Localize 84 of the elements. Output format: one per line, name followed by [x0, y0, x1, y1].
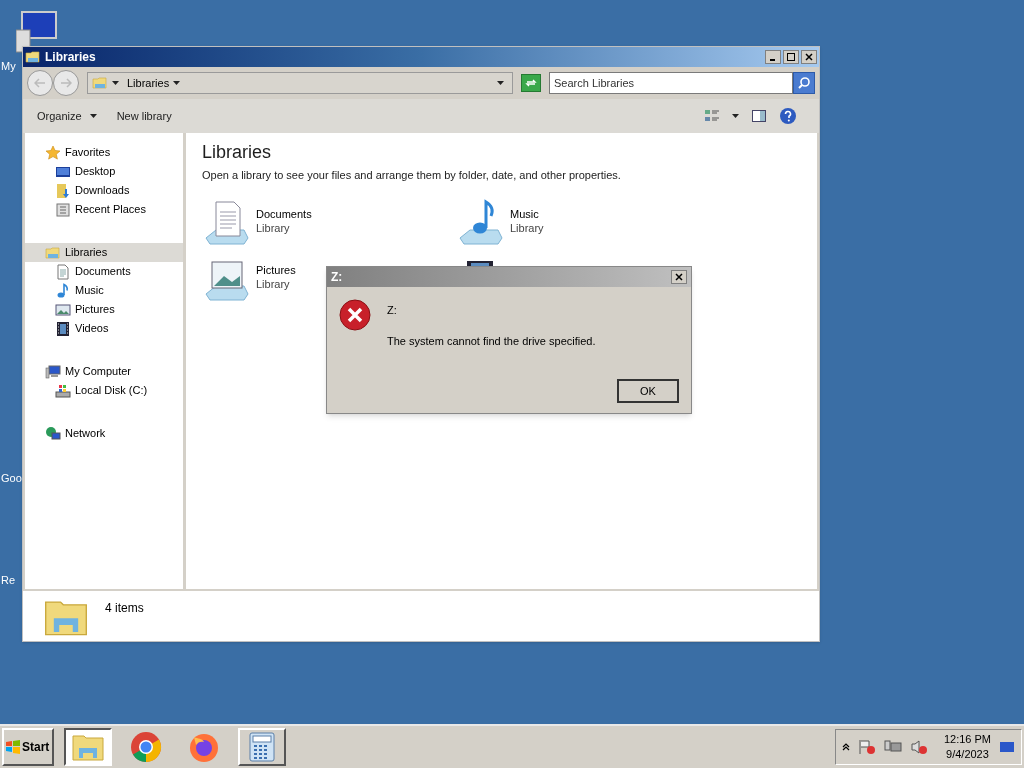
- left-arrow-icon: [34, 78, 46, 88]
- sidebar-item[interactable]: Libraries: [25, 243, 183, 262]
- window-title: Libraries: [45, 49, 96, 66]
- star-icon: [45, 144, 61, 161]
- recent-places-icon: [55, 201, 71, 218]
- view-options-icon[interactable]: [704, 108, 720, 124]
- sidebar-item[interactable]: Videos: [25, 319, 183, 338]
- help-icon[interactable]: [779, 107, 797, 125]
- folder-arrow-icon: [55, 182, 71, 199]
- close-button[interactable]: [671, 270, 687, 284]
- sidebar-item[interactable]: My Computer: [25, 362, 183, 381]
- sidebar-item[interactable]: Favorites: [25, 143, 183, 162]
- dialog-heading: Z:: [387, 303, 398, 318]
- windows-logo-icon: [6, 740, 20, 754]
- library-type: Library: [510, 220, 544, 235]
- search-field[interactable]: Search Libraries: [549, 72, 793, 94]
- sidebar-item[interactable]: Local Disk (C:): [25, 381, 183, 400]
- library-type: Library: [256, 220, 291, 235]
- desktop-icon-label: Re: [1, 573, 16, 588]
- sidebar-item[interactable]: Pictures: [25, 300, 183, 319]
- chevron-icon[interactable]: [841, 743, 850, 751]
- show-desktop-icon[interactable]: [999, 740, 1015, 754]
- dialog-title: Z:: [331, 269, 343, 286]
- right-arrow-icon: [60, 78, 72, 88]
- computer-icon: [45, 363, 61, 380]
- start-button[interactable]: Start: [2, 728, 54, 766]
- search-icon: [797, 76, 811, 90]
- toolbar-button[interactable]: Organize: [37, 107, 97, 125]
- caret-icon: [732, 114, 739, 118]
- maximize-icon: [787, 53, 795, 61]
- desktop-icon-label: My: [1, 59, 16, 74]
- toolbar-button[interactable]: New library: [116, 107, 172, 125]
- fox-browser-icon: [188, 731, 220, 763]
- globe-monitor-icon: [45, 425, 61, 442]
- sidebar-item[interactable]: Documents: [25, 262, 183, 281]
- disk-drive-icon: [55, 382, 71, 399]
- sidebar-item[interactable]: Desktop: [25, 162, 183, 181]
- browser-icon: [130, 731, 162, 763]
- search-button[interactable]: [793, 72, 815, 94]
- sidebar-item[interactable]: Music: [25, 281, 183, 300]
- close-icon: [675, 273, 683, 281]
- address-bar[interactable]: Libraries: [87, 72, 513, 94]
- sidebar-item[interactable]: Network: [25, 424, 183, 443]
- folder-icon: [92, 75, 108, 91]
- library-name[interactable]: Pictures: [256, 262, 296, 277]
- sidebar-item[interactable]: Recent Places: [25, 200, 183, 219]
- description: Open a library to see your files and arrange them by folder, date, and other properties.: [202, 168, 622, 183]
- caret-icon: [173, 81, 181, 85]
- preview-pane-icon[interactable]: [751, 108, 767, 124]
- film-icon: [55, 320, 71, 337]
- close-button[interactable]: [801, 50, 817, 64]
- ok-button[interactable]: OK: [617, 379, 679, 403]
- calculator-icon: [249, 732, 275, 762]
- minimize-button[interactable]: [765, 50, 781, 64]
- speaker-error-icon[interactable]: [909, 739, 928, 755]
- flag-error-icon[interactable]: [857, 739, 876, 755]
- refresh-button[interactable]: [521, 74, 541, 92]
- item-count: 4 items: [105, 600, 144, 617]
- clock-time[interactable]: 12:16 PM: [943, 732, 991, 747]
- folder-icon: [71, 732, 105, 762]
- folder-icon: [45, 244, 61, 261]
- library-name[interactable]: Music: [510, 206, 544, 221]
- library-name[interactable]: Documents: [256, 206, 312, 221]
- picture-icon: [55, 301, 71, 318]
- maximize-button[interactable]: [783, 50, 799, 64]
- caret-icon: [112, 81, 119, 85]
- caret-icon: [497, 81, 504, 85]
- library-type: Library: [256, 276, 291, 291]
- desktop-icon-label: Goo: [1, 471, 22, 486]
- caret-icon: [89, 114, 97, 118]
- music-note-icon: [55, 282, 71, 299]
- sidebar-item[interactable]: Downloads: [25, 181, 183, 200]
- computer-icon[interactable]: [16, 10, 60, 54]
- clock-date[interactable]: 9/4/2023: [946, 747, 989, 762]
- refresh-icon: [525, 78, 537, 88]
- network-icon[interactable]: [883, 739, 902, 755]
- folder-icon: [25, 49, 41, 65]
- close-icon: [805, 53, 813, 61]
- document-icon: [55, 263, 71, 280]
- error-message: The system cannot find the drive specified.: [387, 333, 596, 349]
- error-icon: [339, 299, 371, 331]
- taskbar-button[interactable]: [64, 728, 112, 766]
- page-heading: Libraries: [202, 141, 273, 164]
- breadcrumb[interactable]: Libraries: [127, 74, 170, 92]
